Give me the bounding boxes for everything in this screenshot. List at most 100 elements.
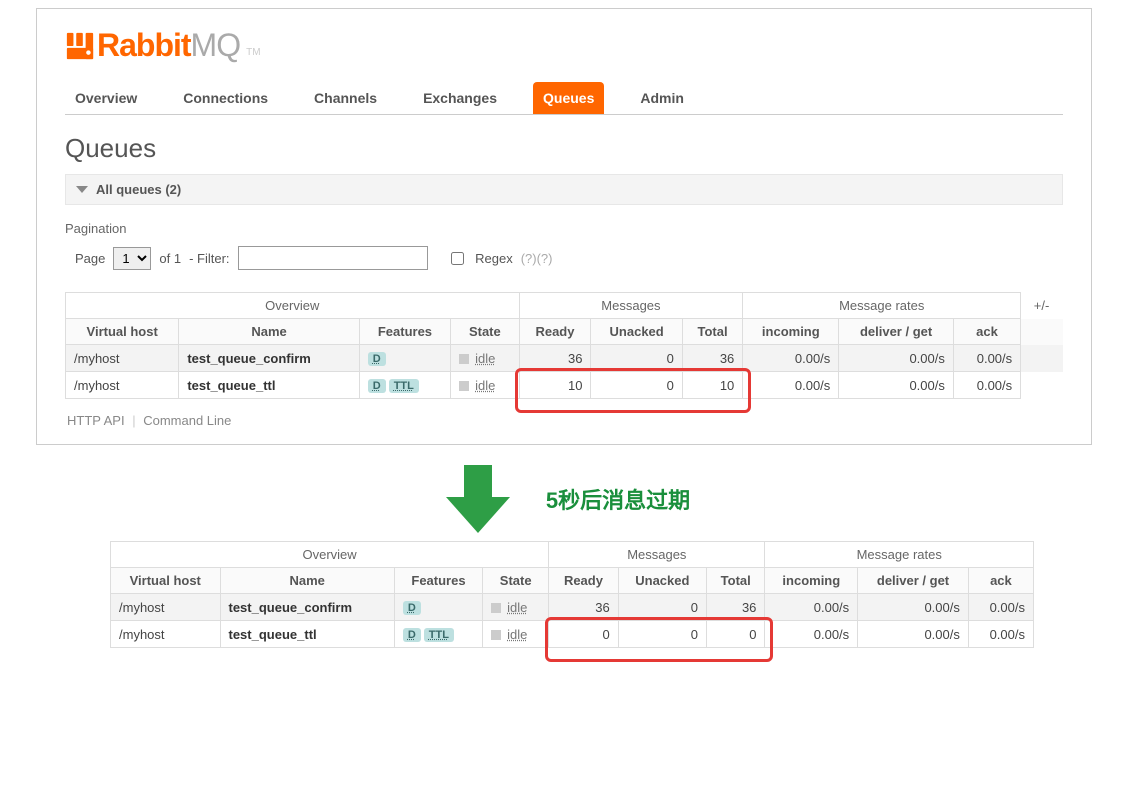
col-state[interactable]: State: [483, 568, 549, 594]
state-indicator-icon: [491, 603, 501, 613]
cell-ack: 0.00/s: [953, 345, 1020, 372]
cell-state: idle: [483, 621, 549, 648]
group-messages: Messages: [549, 542, 765, 568]
table-row: /myhosttest_queue_confirmDidle360360.00/…: [111, 594, 1034, 621]
footer-links: HTTP API | Command Line: [65, 413, 1063, 428]
cell-deliver: 0.00/s: [858, 621, 969, 648]
state-indicator-icon: [459, 354, 469, 364]
col-deliver[interactable]: deliver / get: [858, 568, 969, 594]
page-select[interactable]: 1: [113, 247, 151, 270]
section-toggle-all-queues[interactable]: All queues (2): [65, 174, 1063, 205]
group-overview: Overview: [66, 293, 520, 319]
feature-badge: D: [403, 628, 421, 642]
group-overview: Overview: [111, 542, 549, 568]
cell-total: 36: [707, 594, 765, 621]
tab-overview[interactable]: Overview: [65, 82, 147, 114]
queues-table-top: Overview Messages Message rates +/- Virt…: [65, 292, 1063, 399]
feature-badge: TTL: [424, 628, 454, 642]
col-ack[interactable]: ack: [968, 568, 1033, 594]
cell-vhost: /myhost: [111, 594, 221, 621]
cell-unacked: 0: [618, 621, 706, 648]
cell-total: 36: [682, 345, 742, 372]
tab-queues[interactable]: Queues: [533, 82, 604, 114]
cell-state: idle: [451, 345, 519, 372]
tab-connections[interactable]: Connections: [173, 82, 278, 114]
col-vhost[interactable]: Virtual host: [66, 319, 179, 345]
feature-badge: D: [368, 352, 386, 366]
col-vhost[interactable]: Virtual host: [111, 568, 221, 594]
col-ready[interactable]: Ready: [519, 319, 591, 345]
cell-features: DTTL: [394, 621, 482, 648]
cell-ready: 36: [519, 345, 591, 372]
rabbitmq-logo-icon: [65, 31, 95, 61]
http-api-link[interactable]: HTTP API: [65, 413, 127, 428]
col-unacked[interactable]: Unacked: [591, 319, 682, 345]
queue-link[interactable]: test_queue_confirm: [179, 345, 359, 372]
cell-deliver: 0.00/s: [839, 372, 954, 399]
col-deliver[interactable]: deliver / get: [839, 319, 954, 345]
cell-state: idle: [483, 594, 549, 621]
regex-label: Regex: [475, 251, 513, 266]
cell-deliver: 0.00/s: [839, 345, 954, 372]
col-ready[interactable]: Ready: [549, 568, 619, 594]
columns-toggle[interactable]: +/-: [1021, 293, 1063, 319]
group-messages: Messages: [519, 293, 743, 319]
cell-incoming: 0.00/s: [765, 621, 858, 648]
cell-unacked: 0: [591, 372, 682, 399]
table-row: /myhosttest_queue_ttlDTTLidle100100.00/s…: [66, 372, 1063, 399]
queues-table-bottom: Overview Messages Message rates Virtual …: [110, 541, 1034, 648]
logo-text: RabbitMQ: [97, 27, 240, 64]
logo-tm: TM: [246, 47, 260, 58]
chevron-down-icon: [76, 186, 88, 193]
section-title: All queues (2): [96, 182, 181, 197]
of-label: of 1: [159, 251, 181, 266]
col-unacked[interactable]: Unacked: [618, 568, 706, 594]
queue-link[interactable]: test_queue_confirm: [220, 594, 394, 621]
col-total[interactable]: Total: [682, 319, 742, 345]
col-total[interactable]: Total: [707, 568, 765, 594]
cell-total: 0: [707, 621, 765, 648]
cell-features: DTTL: [359, 372, 450, 399]
caption-text: 5秒后消息过期: [546, 483, 690, 515]
cell-ack: 0.00/s: [968, 621, 1033, 648]
cell-vhost: /myhost: [66, 345, 179, 372]
logo: RabbitMQ TM: [65, 27, 1063, 64]
pagination-label: Pagination: [65, 221, 1063, 236]
col-incoming[interactable]: incoming: [765, 568, 858, 594]
table-row: /myhosttest_queue_ttlDTTLidle0000.00/s0.…: [111, 621, 1034, 648]
regex-checkbox[interactable]: [451, 252, 464, 265]
queue-link[interactable]: test_queue_ttl: [179, 372, 359, 399]
tab-exchanges[interactable]: Exchanges: [413, 82, 507, 114]
cell-ack: 0.00/s: [953, 372, 1020, 399]
col-ack[interactable]: ack: [953, 319, 1020, 345]
cell-incoming: 0.00/s: [743, 345, 839, 372]
page-title: Queues: [65, 133, 1063, 164]
cell-ready: 0: [549, 621, 619, 648]
command-line-link[interactable]: Command Line: [141, 413, 233, 428]
cell-vhost: /myhost: [111, 621, 221, 648]
rabbitmq-panel: RabbitMQ TM Overview Connections Channel…: [36, 8, 1092, 445]
tab-channels[interactable]: Channels: [304, 82, 387, 114]
col-state[interactable]: State: [451, 319, 519, 345]
col-name[interactable]: Name: [220, 568, 394, 594]
tab-admin[interactable]: Admin: [630, 82, 694, 114]
col-incoming[interactable]: incoming: [743, 319, 839, 345]
state-indicator-icon: [459, 381, 469, 391]
col-features: Features: [359, 319, 450, 345]
col-name[interactable]: Name: [179, 319, 359, 345]
cell-ready: 10: [519, 372, 591, 399]
group-rates: Message rates: [765, 542, 1034, 568]
cell-unacked: 0: [591, 345, 682, 372]
col-features: Features: [394, 568, 482, 594]
state-indicator-icon: [491, 630, 501, 640]
cell-unacked: 0: [618, 594, 706, 621]
filter-input[interactable]: [238, 246, 428, 270]
cell-ack: 0.00/s: [968, 594, 1033, 621]
queue-link[interactable]: test_queue_ttl: [220, 621, 394, 648]
queues-table-wrap-top: Overview Messages Message rates +/- Virt…: [65, 292, 1063, 399]
cell-incoming: 0.00/s: [765, 594, 858, 621]
cell-ready: 36: [549, 594, 619, 621]
regex-help[interactable]: (?)(?): [521, 251, 553, 266]
nav-tabs: Overview Connections Channels Exchanges …: [65, 82, 1063, 115]
feature-badge: D: [403, 601, 421, 615]
